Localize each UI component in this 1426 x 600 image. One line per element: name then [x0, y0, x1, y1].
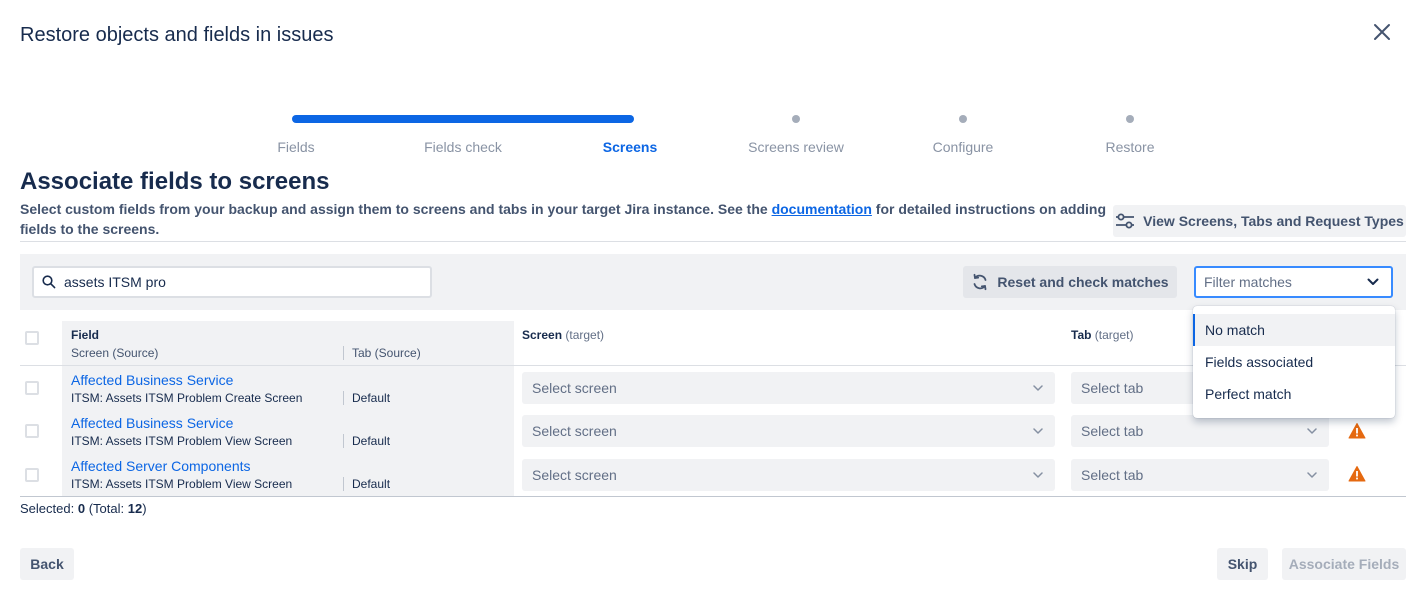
- source-tab: Default: [352, 477, 391, 491]
- search-input[interactable]: [64, 274, 404, 290]
- chevron-down-icon: [1307, 472, 1317, 478]
- source-screen: ITSM: Assets ITSM Problem View Screen: [71, 434, 293, 448]
- warning-icon: [1348, 423, 1366, 439]
- selection-summary: Selected: 0 (Total: 12): [20, 501, 147, 516]
- divider: [20, 241, 1406, 242]
- sliders-icon: [1116, 213, 1135, 229]
- step-screens: Screens: [602, 139, 658, 155]
- screen-select-placeholder: Select screen: [532, 467, 617, 483]
- screen-select[interactable]: Select screen: [522, 459, 1055, 491]
- chevron-down-icon: [1033, 428, 1043, 434]
- header-tab-target-suffix: (target): [1094, 328, 1134, 342]
- selected-count: 0: [77, 501, 86, 516]
- reset-check-matches-button[interactable]: Reset and check matches: [963, 266, 1177, 298]
- select-all-checkbox[interactable]: [25, 331, 39, 345]
- header-screen-target-suffix: (target): [565, 328, 605, 342]
- field-name-link[interactable]: Affected Server Components: [71, 458, 251, 474]
- filter-placeholder: Filter matches: [1204, 274, 1292, 290]
- step-screens-review: Screens review: [748, 139, 844, 155]
- field-name-link[interactable]: Affected Business Service: [71, 415, 233, 431]
- column-separator: [343, 346, 344, 360]
- screen-select[interactable]: Select screen: [522, 415, 1055, 447]
- header-screen-target-label: Screen: [522, 328, 563, 342]
- filter-matches-select[interactable]: Filter matches: [1194, 266, 1393, 298]
- skip-button[interactable]: Skip: [1217, 548, 1268, 580]
- source-screen: ITSM: Assets ITSM Problem View Screen: [71, 477, 293, 491]
- header-screen-source: Screen (Source): [71, 346, 159, 360]
- total-label: (Total:: [88, 501, 125, 516]
- total-suffix: ): [142, 501, 147, 516]
- reset-label: Reset and check matches: [997, 274, 1169, 290]
- column-separator: [343, 391, 344, 405]
- step-dot-screens-review: [792, 115, 800, 123]
- step-fields-check: Fields check: [424, 139, 502, 155]
- source-screen: ITSM: Assets ITSM Problem Create Screen: [71, 391, 303, 405]
- screen-select[interactable]: Select screen: [522, 372, 1055, 404]
- view-screens-label: View Screens, Tabs and Request Types: [1143, 213, 1404, 229]
- row-checkbox[interactable]: [25, 381, 39, 395]
- chevron-down-icon: [1367, 278, 1379, 285]
- header-field: Field: [71, 328, 100, 342]
- warning-icon: [1348, 466, 1366, 482]
- tab-select-placeholder: Select tab: [1081, 380, 1144, 396]
- progress-bar-complete: [292, 115, 634, 123]
- header-tab-source: Tab (Source): [352, 346, 421, 360]
- close-button[interactable]: [1370, 20, 1394, 44]
- table-bottom-border: [20, 496, 1406, 497]
- header-tab-target: Tab (target): [1071, 328, 1133, 342]
- screen-select-placeholder: Select screen: [532, 380, 617, 396]
- chevron-down-icon: [1033, 472, 1043, 478]
- section-description: Select custom fields from your backup an…: [20, 199, 1110, 239]
- back-button[interactable]: Back: [20, 548, 74, 580]
- view-screens-tabs-button[interactable]: View Screens, Tabs and Request Types: [1113, 205, 1406, 237]
- screen-select-placeholder: Select screen: [532, 423, 617, 439]
- total-count: 12: [127, 501, 143, 516]
- menu-item-no-match[interactable]: No match: [1193, 314, 1395, 346]
- step-dot-configure: [959, 115, 967, 123]
- row-checkbox[interactable]: [25, 468, 39, 482]
- column-separator: [343, 477, 344, 491]
- column-separator: [343, 434, 344, 448]
- modal-title: Restore objects and fields in issues: [20, 24, 334, 46]
- selected-label: Selected:: [20, 501, 75, 516]
- field-name-link[interactable]: Affected Business Service: [71, 372, 233, 388]
- search-icon: [42, 275, 56, 289]
- tab-select[interactable]: Select tab: [1071, 459, 1329, 491]
- chevron-down-icon: [1033, 385, 1043, 391]
- chevron-down-icon: [1307, 428, 1317, 434]
- refresh-icon: [973, 273, 987, 291]
- menu-item-perfect-match[interactable]: Perfect match: [1193, 378, 1395, 410]
- header-screen-target: Screen (target): [522, 328, 604, 342]
- row-checkbox[interactable]: [25, 424, 39, 438]
- source-tab: Default: [352, 434, 391, 448]
- step-fields: Fields: [277, 139, 315, 155]
- tab-select-placeholder: Select tab: [1081, 423, 1144, 439]
- menu-item-fields-associated[interactable]: Fields associated: [1193, 346, 1395, 378]
- tab-select[interactable]: Select tab: [1071, 415, 1329, 447]
- filter-matches-menu: No match Fields associated Perfect match: [1193, 306, 1395, 418]
- step-restore: Restore: [1105, 139, 1155, 155]
- search-field[interactable]: [32, 266, 432, 298]
- section-title: Associate fields to screens: [20, 168, 330, 195]
- associate-fields-button[interactable]: Associate Fields: [1282, 548, 1406, 580]
- source-tab: Default: [352, 391, 391, 405]
- tab-select-placeholder: Select tab: [1081, 467, 1144, 483]
- close-icon: [1374, 24, 1390, 40]
- step-configure: Configure: [932, 139, 994, 155]
- description-text: Select custom fields from your backup an…: [20, 201, 772, 217]
- header-tab-target-label: Tab: [1071, 328, 1092, 342]
- documentation-link[interactable]: documentation: [772, 201, 872, 217]
- step-dot-restore: [1126, 115, 1134, 123]
